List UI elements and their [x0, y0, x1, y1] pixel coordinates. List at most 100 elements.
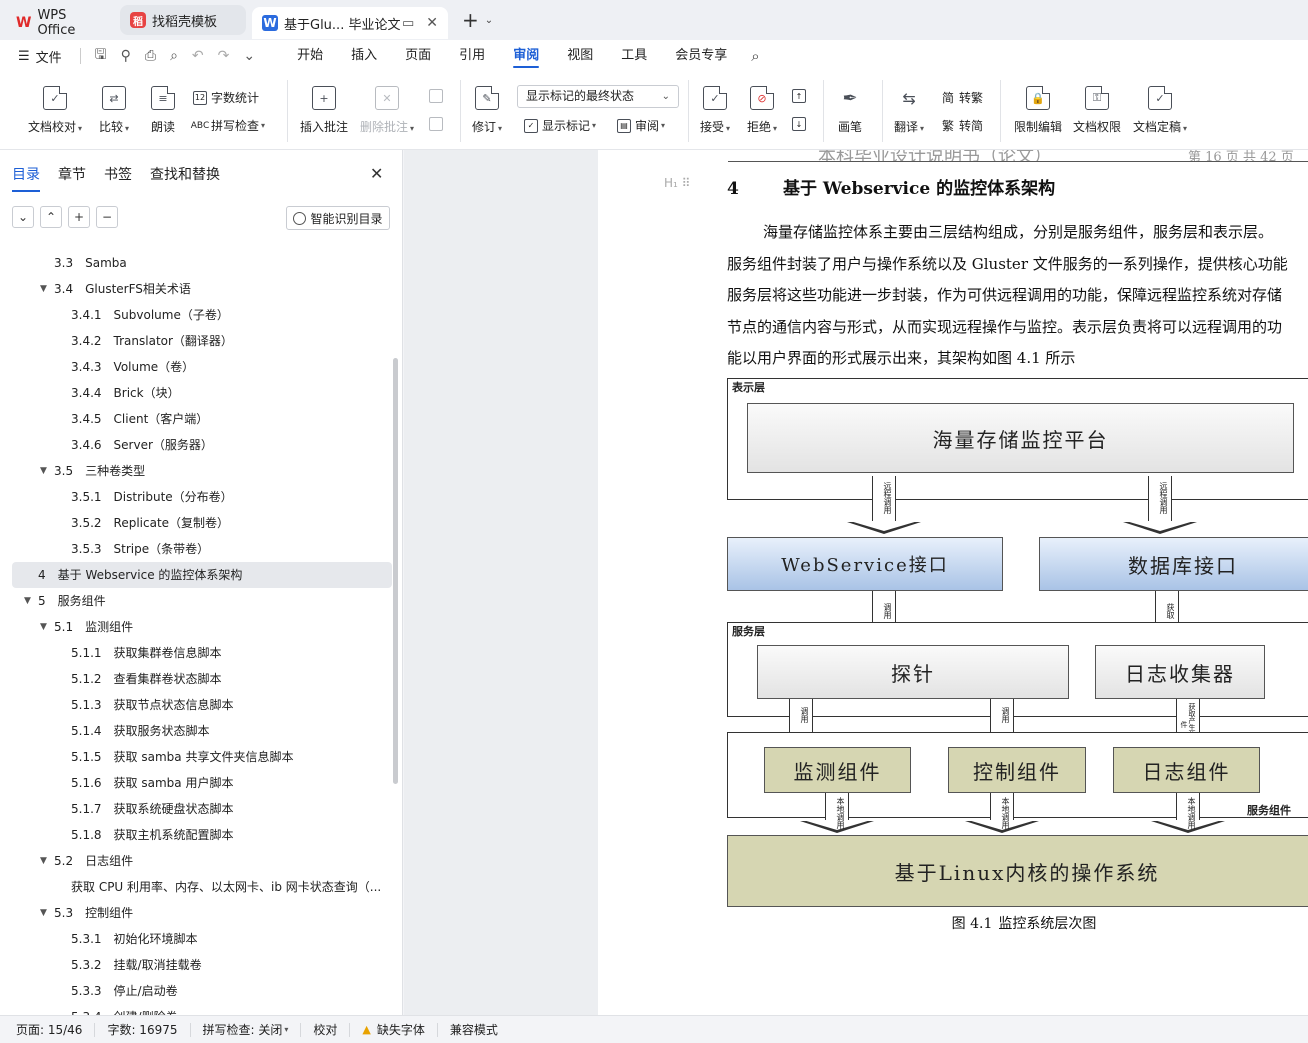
toc-item[interactable]: 3.3 Samba [12, 250, 392, 276]
word-count-button[interactable]: 12 字数统计 [193, 89, 259, 106]
toc-item[interactable]: 5.1.6 获取 samba 用户脚本 [12, 770, 392, 796]
undo-icon[interactable]: ↶ [192, 48, 204, 64]
tab-reference[interactable]: 引用 [445, 40, 499, 72]
collapse-down-button[interactable]: ⌄ [12, 206, 34, 228]
show-markup-button[interactable]: ✓ 显示标记 ▾ [524, 117, 596, 134]
heading-drag-handle-icon[interactable]: H₁ ⠿ [664, 176, 690, 190]
expand-triangle-icon[interactable]: ▼ [40, 276, 47, 302]
read-aloud-button[interactable]: ≡ 朗读 [151, 86, 175, 135]
tab-start[interactable]: 开始 [283, 40, 337, 72]
proofread-button[interactable]: 校对 [301, 1022, 351, 1037]
expand-triangle-icon[interactable]: ▼ [40, 900, 47, 926]
tab-review[interactable]: 审阅 [499, 40, 553, 72]
close-pane-icon[interactable]: ✕ [370, 164, 383, 183]
translate-button[interactable]: ⇆ 翻译 ▾ [894, 86, 924, 135]
missing-font-button[interactable]: ▲ 缺失字体 [350, 1022, 438, 1037]
tab-page[interactable]: 页面 [391, 40, 445, 72]
delete-comment-button[interactable]: ✕ 删除批注 ▾ [360, 86, 414, 135]
page-indicator[interactable]: 页面: 15/46 [0, 1022, 96, 1037]
expand-triangle-icon[interactable]: ▼ [40, 614, 47, 640]
tab-template-store[interactable]: 稻 找稻壳模板 [120, 5, 246, 35]
nav-tab-bookmarks[interactable]: 书签 [104, 164, 132, 192]
toc-item[interactable]: 5.3.4创建/删除卷 [12, 1004, 392, 1015]
nav-tab-toc[interactable]: 目录 [12, 164, 40, 192]
toc-item[interactable]: 5.1.2 查看集群卷状态脚本 [12, 666, 392, 692]
toc-item[interactable]: 获取 CPU 利用率、内存、以太网卡、ib 网卡状态查询（... [12, 874, 392, 900]
toc-item[interactable]: ▼ 5.1 监测组件 [12, 614, 392, 640]
float-window-icon[interactable]: ▭ [402, 16, 414, 31]
expand-triangle-icon[interactable]: ▼ [24, 588, 31, 614]
toc-item[interactable]: ▼ 5 服务组件 [12, 588, 392, 614]
word-count-indicator[interactable]: 字数: 16975 [95, 1022, 191, 1037]
toc-item[interactable]: 5.3.1 初始化环境脚本 [12, 926, 392, 952]
close-tab-icon[interactable]: ✕ [426, 15, 438, 31]
pen-button[interactable]: ✒ 画笔 [838, 86, 862, 135]
toc-item[interactable]: 5.1.7 获取系统硬盘状态脚本 [12, 796, 392, 822]
tab-member[interactable]: 会员专享 [661, 40, 741, 72]
spell-check-status[interactable]: 拼写检查: 关闭 ▾ [191, 1022, 302, 1037]
insert-comment-button[interactable]: + 插入批注 [300, 86, 348, 135]
tab-view[interactable]: 视图 [553, 40, 607, 72]
toc-item[interactable]: 5.1.4 获取服务状态脚本 [12, 718, 392, 744]
expand-triangle-icon[interactable]: ▼ [40, 848, 47, 874]
toc-item[interactable]: 3.4.4 Brick（块） [12, 380, 392, 406]
toc-item[interactable]: 3.5.1 Distribute（分布卷） [12, 484, 392, 510]
toc-item[interactable]: 5.1.8 获取主机系统配置脚本 [12, 822, 392, 848]
toc-item[interactable]: 5.3.3 停止/启动卷 [12, 978, 392, 1004]
toc-scrollbar[interactable] [393, 358, 398, 784]
to-simplified-button[interactable]: 繁 转简 [941, 117, 983, 134]
remove-heading-button[interactable]: − [96, 206, 118, 228]
next-revision-button[interactable]: ↓ [792, 117, 810, 131]
tab-wps-office[interactable]: W WPS Office [6, 7, 116, 39]
print-icon[interactable]: ⎙ [145, 48, 156, 64]
more-chevron-icon[interactable]: ⌄ [243, 48, 255, 64]
toc-item[interactable]: ▼ 5.2 日志组件 [12, 848, 392, 874]
toc-item[interactable]: 5.1.1 获取集群卷信息脚本 [12, 640, 392, 666]
print-preview-icon[interactable]: ⌕ [170, 48, 178, 64]
tab-insert[interactable]: 插入 [337, 40, 391, 72]
toc-item[interactable]: 3.5.3 Stripe（条带卷） [12, 536, 392, 562]
prev-revision-button[interactable]: ↑ [792, 89, 810, 103]
tab-document[interactable]: W 基于Glu... 毕业论文 ▭ ✕ [252, 7, 448, 39]
chevron-down-icon[interactable]: ⌄ [485, 15, 493, 26]
toc-item[interactable]: 3.4.6 Server（服务器） [12, 432, 392, 458]
next-comment-button[interactable] [429, 117, 447, 131]
toc-item[interactable]: ▼ 3.5 三种卷类型 [12, 458, 392, 484]
toc-item[interactable]: 3.4.1 Subvolume（子卷） [12, 302, 392, 328]
doc-permission-button[interactable]: ⚿ 文档权限 [1073, 86, 1121, 135]
revise-button[interactable]: ✎ 修订 ▾ [472, 86, 502, 135]
toc-item[interactable]: 3.4.3 Volume（卷） [12, 354, 392, 380]
tab-tools[interactable]: 工具 [607, 40, 661, 72]
to-traditional-button[interactable]: 简 转繁 [941, 89, 983, 106]
toc-item[interactable]: 3.4.2 Translator（翻译器） [12, 328, 392, 354]
toc-item[interactable]: 4 基于 Webservice 的监控体系架构 [12, 562, 392, 588]
toc-item[interactable]: 5.3.2 挂载/取消挂载卷 [12, 952, 392, 978]
new-tab-plus-icon[interactable]: + [462, 8, 479, 32]
spell-check-button[interactable]: ABC 拼写检查 ▾ [191, 117, 265, 134]
document-page[interactable]: 本科毕业设计说明书（论文） 第 16 页 共 42 页 H₁ ⠿ 4 基于 Web… [598, 150, 1308, 1015]
prev-comment-button[interactable] [429, 89, 447, 103]
save-icon[interactable]: 🖫 [95, 44, 107, 68]
review-pane-button[interactable]: ▤ 审阅 ▾ [617, 117, 665, 134]
markup-state-select[interactable]: 显示标记的最终状态 ⌄ [517, 85, 679, 108]
expand-triangle-icon[interactable]: ▼ [40, 458, 47, 484]
add-heading-button[interactable]: + [68, 206, 90, 228]
search-icon[interactable]: ⌕ [751, 47, 759, 65]
nav-tab-chapters[interactable]: 章节 [58, 164, 86, 192]
nav-tab-find-replace[interactable]: 查找和替换 [150, 164, 220, 192]
expand-up-button[interactable]: ⌃ [40, 206, 62, 228]
redo-icon[interactable]: ↷ [218, 48, 230, 64]
accept-button[interactable]: ✓ 接受 ▾ [700, 86, 730, 135]
toc-item[interactable]: ▼ 5.3 控制组件 [12, 900, 392, 926]
toc-item[interactable]: 5.1.5 获取 samba 共享文件夹信息脚本 [12, 744, 392, 770]
toc-item[interactable]: 3.5.2 Replicate（复制卷） [12, 510, 392, 536]
link-icon[interactable]: ⚲ [121, 48, 131, 64]
restrict-edit-button[interactable]: 🔒 限制编辑 [1014, 86, 1062, 135]
smart-toc-button[interactable]: 智能识别目录 [286, 206, 390, 230]
reject-button[interactable]: ⊘ 拒绝 ▾ [747, 86, 777, 135]
doc-check-button[interactable]: ✓ 文档校对 ▾ [28, 86, 82, 135]
file-menu[interactable]: ☰ 文件 [18, 47, 62, 66]
toc-item[interactable]: 3.4.5 Client（客户端） [12, 406, 392, 432]
toc-item[interactable]: 5.1.3 获取节点状态信息脚本 [12, 692, 392, 718]
doc-finalize-button[interactable]: ✓ 文档定稿 ▾ [1133, 86, 1187, 135]
